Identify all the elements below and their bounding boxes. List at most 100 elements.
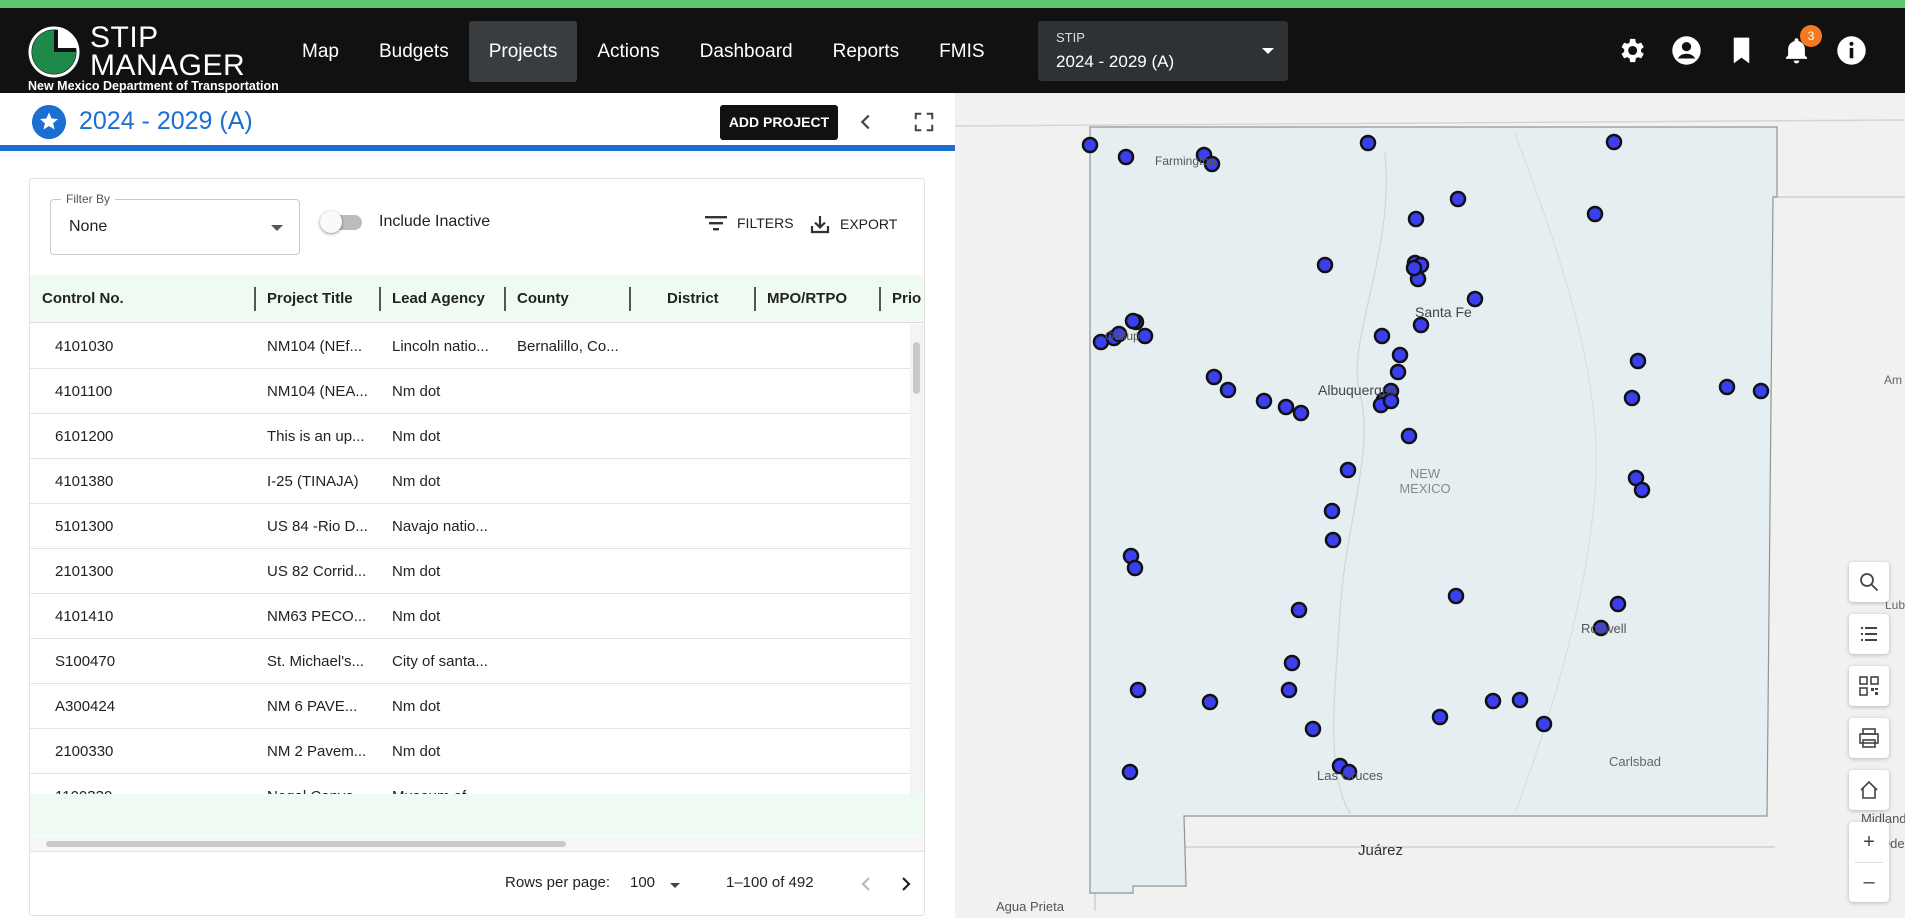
table-row[interactable]: 4101380 I-25 (TINAJA) Nm dot — [30, 459, 910, 504]
nav-budgets[interactable]: Budgets — [359, 21, 469, 82]
column-separator[interactable] — [879, 287, 881, 311]
gear-icon[interactable] — [1616, 35, 1647, 66]
project-marker[interactable] — [1389, 363, 1407, 381]
fullscreen-icon[interactable] — [913, 111, 935, 133]
map-print-button[interactable] — [1849, 718, 1889, 758]
table-row[interactable]: 6101200 This is an up... Nm dot — [30, 414, 910, 459]
project-marker[interactable] — [1586, 205, 1604, 223]
column-header-county[interactable]: County — [517, 275, 627, 323]
horizontal-scrollbar[interactable] — [30, 837, 924, 851]
project-marker[interactable] — [1407, 210, 1425, 228]
project-marker[interactable] — [1449, 190, 1467, 208]
map-qr-button[interactable] — [1849, 666, 1889, 706]
table-row[interactable]: 4101410 NM63 PECO... Nm dot — [30, 594, 910, 639]
project-marker[interactable] — [1623, 389, 1641, 407]
nav-map[interactable]: Map — [282, 21, 359, 82]
project-marker[interactable] — [1283, 654, 1301, 672]
rows-per-page-select[interactable]: 100 — [630, 874, 655, 891]
project-marker[interactable] — [1605, 133, 1623, 151]
account-icon[interactable] — [1671, 35, 1702, 66]
info-icon[interactable] — [1836, 35, 1867, 66]
column-header-lead-agency[interactable]: Lead Agency — [392, 275, 502, 323]
notifications-button[interactable]: 3 — [1781, 25, 1822, 66]
project-marker[interactable] — [1447, 587, 1465, 605]
project-marker[interactable] — [1292, 404, 1310, 422]
column-separator[interactable] — [754, 287, 756, 311]
add-project-button[interactable]: ADD PROJECT — [720, 105, 838, 140]
table-row[interactable]: 1100330 Nogal Canyo... Museum of... — [30, 774, 910, 794]
project-marker[interactable] — [1324, 531, 1342, 549]
column-header-control-no[interactable]: Control No. — [42, 275, 232, 323]
column-header-priority[interactable]: Prio — [892, 275, 924, 323]
table-row[interactable]: 2101300 US 82 Corrid... Nm dot — [30, 549, 910, 594]
project-marker[interactable] — [1718, 378, 1736, 396]
project-marker[interactable] — [1304, 720, 1322, 738]
bookmark-icon[interactable] — [1726, 35, 1757, 66]
project-marker[interactable] — [1219, 381, 1237, 399]
table-row[interactable]: S100470 St. Michael's... City of santa... — [30, 639, 910, 684]
map-home-button[interactable] — [1849, 770, 1889, 810]
project-marker[interactable] — [1511, 691, 1529, 709]
zoom-in-button[interactable]: + — [1849, 822, 1889, 862]
nav-actions[interactable]: Actions — [577, 21, 679, 82]
column-separator[interactable] — [629, 287, 631, 311]
chevron-left-icon[interactable] — [855, 111, 877, 133]
table-row[interactable]: 5101300 US 84 -Rio D... Navajo natio... — [30, 504, 910, 549]
column-separator[interactable] — [504, 287, 506, 311]
project-marker[interactable] — [1400, 427, 1418, 445]
zoom-out-button[interactable]: – — [1849, 862, 1889, 902]
project-marker[interactable] — [1412, 316, 1430, 334]
horizontal-scroll-thumb[interactable] — [46, 841, 566, 847]
project-marker[interactable] — [1255, 392, 1273, 410]
table-row[interactable]: A300424 NM 6 PAVE... Nm dot — [30, 684, 910, 729]
vertical-scrollbar[interactable] — [910, 324, 924, 794]
next-page-icon[interactable] — [896, 874, 916, 894]
table-row[interactable]: 4101100 NM104 (NEA... Nm dot — [30, 369, 910, 414]
project-marker[interactable] — [1124, 312, 1142, 330]
map-legend-button[interactable] — [1849, 614, 1889, 654]
project-marker[interactable] — [1117, 148, 1135, 166]
project-marker[interactable] — [1373, 327, 1391, 345]
nav-dashboard[interactable]: Dashboard — [680, 21, 813, 82]
column-header-project-title[interactable]: Project Title — [267, 275, 377, 323]
project-map[interactable]: Farmington Gallup Santa Fe Albuquerque NEW ME… — [955, 93, 1905, 918]
project-marker[interactable] — [1121, 763, 1139, 781]
project-marker[interactable] — [1629, 352, 1647, 370]
project-marker[interactable] — [1205, 368, 1223, 386]
nav-projects[interactable]: Projects — [468, 21, 578, 82]
project-marker[interactable] — [1391, 346, 1409, 364]
table-row[interactable]: 2100330 NM 2 Pavem... Nm dot — [30, 729, 910, 774]
map-search-button[interactable] — [1849, 562, 1889, 602]
include-inactive-toggle[interactable] — [320, 211, 364, 233]
project-marker[interactable] — [1126, 559, 1144, 577]
project-marker[interactable] — [1535, 715, 1553, 733]
project-marker[interactable] — [1280, 681, 1298, 699]
project-marker[interactable] — [1201, 693, 1219, 711]
nav-reports[interactable]: Reports — [813, 21, 920, 82]
project-marker[interactable] — [1405, 259, 1423, 277]
project-marker[interactable] — [1633, 481, 1651, 499]
table-row[interactable]: 4101030 NM104 (NEf... Lincoln natio... Bern… — [30, 324, 910, 369]
app-logo[interactable]: STIP MANAGER New Mexico Department of Tr… — [28, 18, 279, 94]
project-marker[interactable] — [1609, 595, 1627, 613]
column-header-mpo-rtpo[interactable]: MPO/RTPO — [767, 275, 877, 323]
project-marker[interactable] — [1129, 681, 1147, 699]
project-marker[interactable] — [1431, 708, 1449, 726]
project-marker[interactable] — [1316, 256, 1334, 274]
project-marker[interactable] — [1359, 134, 1377, 152]
filter-by-select[interactable]: Filter By None — [50, 192, 300, 255]
star-icon[interactable] — [32, 105, 66, 139]
column-separator[interactable] — [254, 287, 256, 311]
export-button[interactable]: EXPORT — [810, 214, 897, 234]
filters-button[interactable]: FILTERS — [705, 214, 794, 232]
previous-page-icon[interactable] — [856, 874, 876, 894]
project-marker[interactable] — [1081, 136, 1099, 154]
vertical-scroll-thumb[interactable] — [913, 342, 920, 394]
map-canvas[interactable]: Farmington Gallup Santa Fe Albuquerque NEWME… — [955, 93, 1905, 918]
stip-select[interactable]: STIP 2024 - 2029 (A) — [1038, 21, 1288, 81]
project-marker[interactable] — [1339, 461, 1357, 479]
project-marker[interactable] — [1290, 601, 1308, 619]
project-marker[interactable] — [1136, 327, 1154, 345]
project-marker[interactable] — [1752, 382, 1770, 400]
nav-fmis[interactable]: FMIS — [919, 21, 1004, 82]
